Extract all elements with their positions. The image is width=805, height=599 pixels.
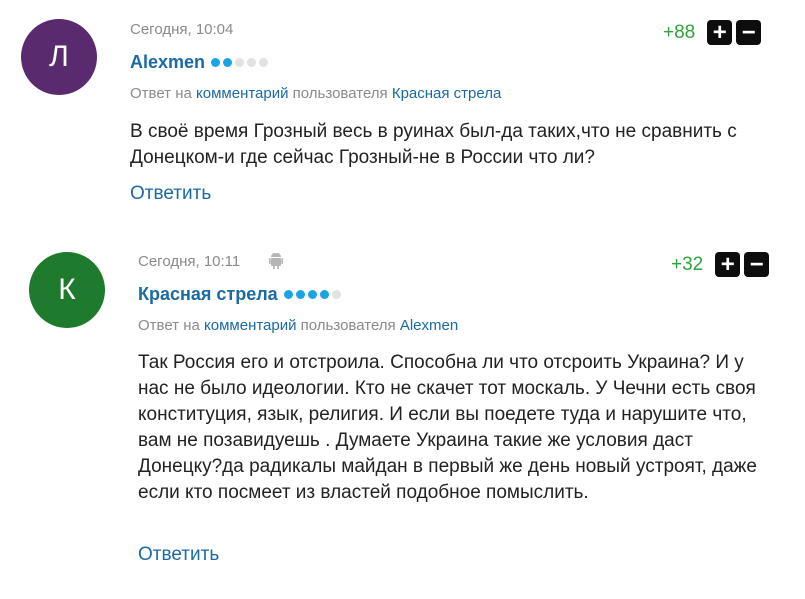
downvote-button[interactable]: − xyxy=(736,18,762,46)
reply-button[interactable]: Ответить xyxy=(130,183,211,205)
author-name[interactable]: Alexmen xyxy=(130,52,205,73)
reply-info: Ответ на комментарий пользователя Красна… xyxy=(130,85,501,102)
user-rating xyxy=(211,58,269,67)
comment-text: В своё время Грозный весь в руинах был-д… xyxy=(130,121,737,168)
reply-mid: пользователя xyxy=(300,317,396,334)
minus-icon: − xyxy=(749,250,764,278)
avatar[interactable]: К xyxy=(29,252,105,328)
rating-dot xyxy=(319,290,329,299)
avatar[interactable]: Л xyxy=(21,19,97,95)
reply-mid: пользователя xyxy=(292,85,388,102)
rating-dot xyxy=(247,58,257,67)
upvote-button[interactable]: + xyxy=(707,18,733,46)
author-row: Красная стрела xyxy=(138,284,341,305)
downvote-button[interactable]: − xyxy=(744,250,770,278)
reply-comment-link[interactable]: комментарий xyxy=(196,85,288,102)
reply-comment-link[interactable]: комментарий xyxy=(204,317,296,334)
comment-text: Так Россия его и отстроила. Способна ли … xyxy=(138,352,757,503)
rating-dot xyxy=(259,58,269,67)
vote-controls: +32 + − xyxy=(671,250,770,278)
upvote-button[interactable]: + xyxy=(715,250,741,278)
user-rating xyxy=(283,290,341,299)
reply-user-link[interactable]: Красная стрела xyxy=(392,85,502,102)
comment-time: Сегодня, 10:11 xyxy=(138,253,241,270)
comment-item: К Сегодня, 10:11 +32 + − Красная стрела … xyxy=(0,225,805,599)
reply-user-link[interactable]: Alexmen xyxy=(400,317,458,334)
author-name[interactable]: Красная стрела xyxy=(138,284,278,305)
rating-dot xyxy=(211,58,221,67)
plus-icon: + xyxy=(720,250,735,278)
plus-icon: + xyxy=(712,18,727,46)
avatar-letter: К xyxy=(58,273,76,306)
rating-dot xyxy=(331,290,341,299)
rating-dot xyxy=(283,290,293,299)
comment-time: Сегодня, 10:04 xyxy=(130,21,234,38)
reply-info: Ответ на комментарий пользователя Alexme… xyxy=(138,317,458,334)
rating-dot xyxy=(295,290,305,299)
score: +32 xyxy=(671,253,704,275)
reply-prefix: Ответ на xyxy=(138,317,200,334)
rating-dot xyxy=(307,290,317,299)
vote-controls: +88 + − xyxy=(663,18,762,46)
rating-dot xyxy=(223,58,233,67)
score: +88 xyxy=(663,21,696,43)
minus-icon: − xyxy=(741,18,756,46)
reply-button[interactable]: Ответить xyxy=(138,544,219,566)
author-row: Alexmen xyxy=(130,52,269,73)
rating-dot xyxy=(235,58,245,67)
avatar-letter: Л xyxy=(49,40,69,73)
reply-prefix: Ответ на xyxy=(130,85,192,102)
comment-item: Л Сегодня, 10:04 +88 + − Alexmen Ответ н… xyxy=(0,0,805,225)
android-icon xyxy=(269,252,283,269)
